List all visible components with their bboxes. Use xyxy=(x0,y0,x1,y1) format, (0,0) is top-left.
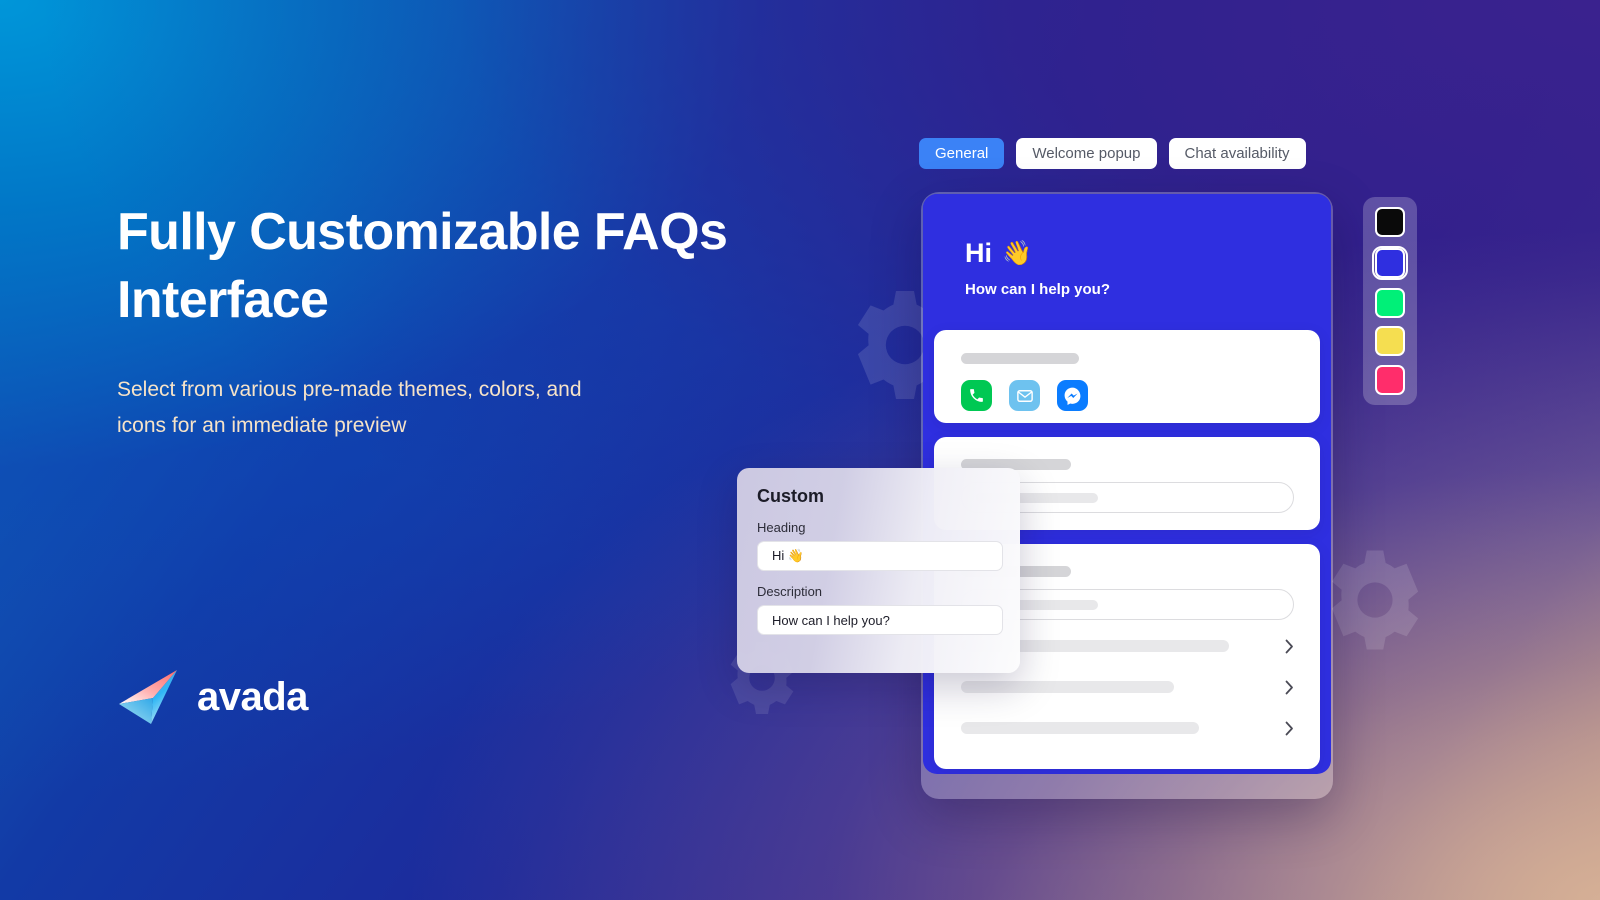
heading-input[interactable]: Hi 👋 xyxy=(757,541,1003,571)
color-swatch-black[interactable] xyxy=(1375,207,1405,238)
widget-description: How can I help you? xyxy=(965,281,1111,298)
color-swatch-green[interactable] xyxy=(1375,287,1405,318)
widget-heading-text: Hi xyxy=(965,238,992,268)
page-subtitle: Select from various pre-made themes, col… xyxy=(117,378,582,437)
faq-list-item[interactable] xyxy=(961,680,1294,695)
color-swatch-yellow-wrap xyxy=(1372,326,1408,357)
color-swatch-green-wrap xyxy=(1372,287,1408,319)
brand-name: avada xyxy=(197,675,308,719)
description-field-label: Description xyxy=(757,584,823,599)
description-input[interactable]: How can I help you? xyxy=(757,605,1003,635)
custom-settings-panel: Custom Heading Hi 👋 Description How can … xyxy=(737,468,1020,673)
tab-chat-availability[interactable]: Chat availability xyxy=(1168,138,1306,169)
waving-hand-icon: 👋 xyxy=(1002,239,1032,267)
color-swatch-yellow[interactable] xyxy=(1375,326,1405,357)
skeleton-text xyxy=(961,681,1174,693)
color-swatch-blue[interactable] xyxy=(1375,247,1405,278)
page-title: Fully Customizable FAQs Interface xyxy=(117,203,728,329)
custom-panel-title: Custom xyxy=(757,486,824,506)
color-swatch-blue-wrap xyxy=(1372,245,1408,280)
tab-welcome-popup[interactable]: Welcome popup xyxy=(1016,138,1157,169)
color-swatch-black-wrap xyxy=(1372,207,1408,238)
contact-channels-card xyxy=(934,330,1320,423)
skeleton-label xyxy=(961,353,1079,364)
faq-list-item[interactable] xyxy=(961,721,1294,736)
chevron-right-icon xyxy=(1285,721,1294,736)
widget-heading: Hi 👋 xyxy=(965,240,1331,267)
paper-plane-icon xyxy=(119,670,177,724)
contact-channel-list xyxy=(961,380,1088,411)
tab-general[interactable]: General xyxy=(919,138,1005,169)
gear-icon xyxy=(1320,545,1430,655)
phone-icon[interactable] xyxy=(961,380,992,411)
brand-logo: avada xyxy=(117,668,308,726)
messenger-icon[interactable] xyxy=(1057,380,1088,411)
chevron-right-icon xyxy=(1285,680,1294,695)
heading-field-label: Heading xyxy=(757,520,806,535)
color-palette xyxy=(1363,197,1417,405)
background-gradient xyxy=(0,0,1600,900)
chevron-right-icon xyxy=(1285,639,1294,654)
color-swatch-pink-wrap xyxy=(1372,364,1408,396)
skeleton-text xyxy=(961,722,1199,734)
color-swatch-pink[interactable] xyxy=(1375,364,1405,395)
tab-bar: General Welcome popup Chat availability xyxy=(919,138,1306,169)
mail-icon[interactable] xyxy=(1009,380,1040,411)
